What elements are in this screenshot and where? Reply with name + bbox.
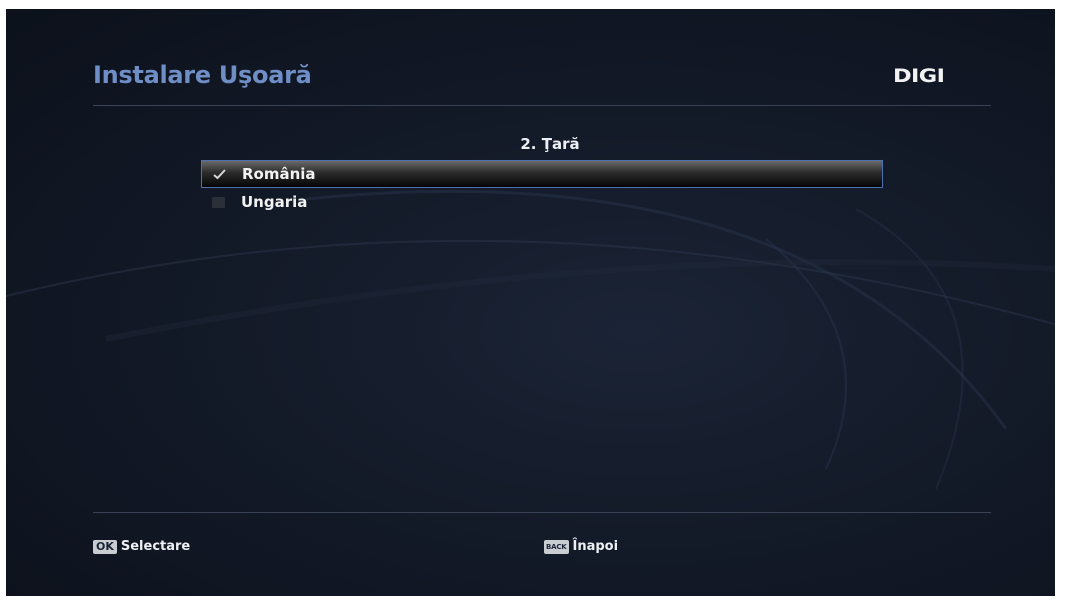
- ok-select-hint[interactable]: OK Selectare: [93, 539, 190, 554]
- back-key-icon: BACK: [544, 539, 569, 554]
- back-hint[interactable]: BACK Înapoi: [544, 539, 618, 554]
- footer-divider: [93, 512, 991, 513]
- list-item-label: România: [242, 165, 316, 183]
- country-list: România Ungaria: [201, 160, 883, 216]
- list-item-ungaria[interactable]: Ungaria: [201, 188, 883, 216]
- step-title: 2. Ţară: [520, 135, 580, 153]
- back-hint-label: Înapoi: [572, 539, 619, 554]
- list-item-romania[interactable]: România: [201, 160, 883, 188]
- ok-hint-label: Selectare: [120, 539, 191, 554]
- empty-checkbox-icon: [212, 196, 225, 208]
- checkmark-icon: [213, 168, 226, 180]
- header-divider: [93, 105, 991, 106]
- page-title: Instalare Uşoară: [93, 61, 312, 89]
- digi-logo: DIGI: [893, 65, 945, 87]
- ok-key-icon: OK: [93, 539, 117, 554]
- background-swoosh-decoration: [6, 189, 1055, 490]
- list-item-label: Ungaria: [241, 193, 308, 211]
- tv-screen: Instalare Uşoară DIGI 2. Ţară România Un…: [6, 9, 1055, 596]
